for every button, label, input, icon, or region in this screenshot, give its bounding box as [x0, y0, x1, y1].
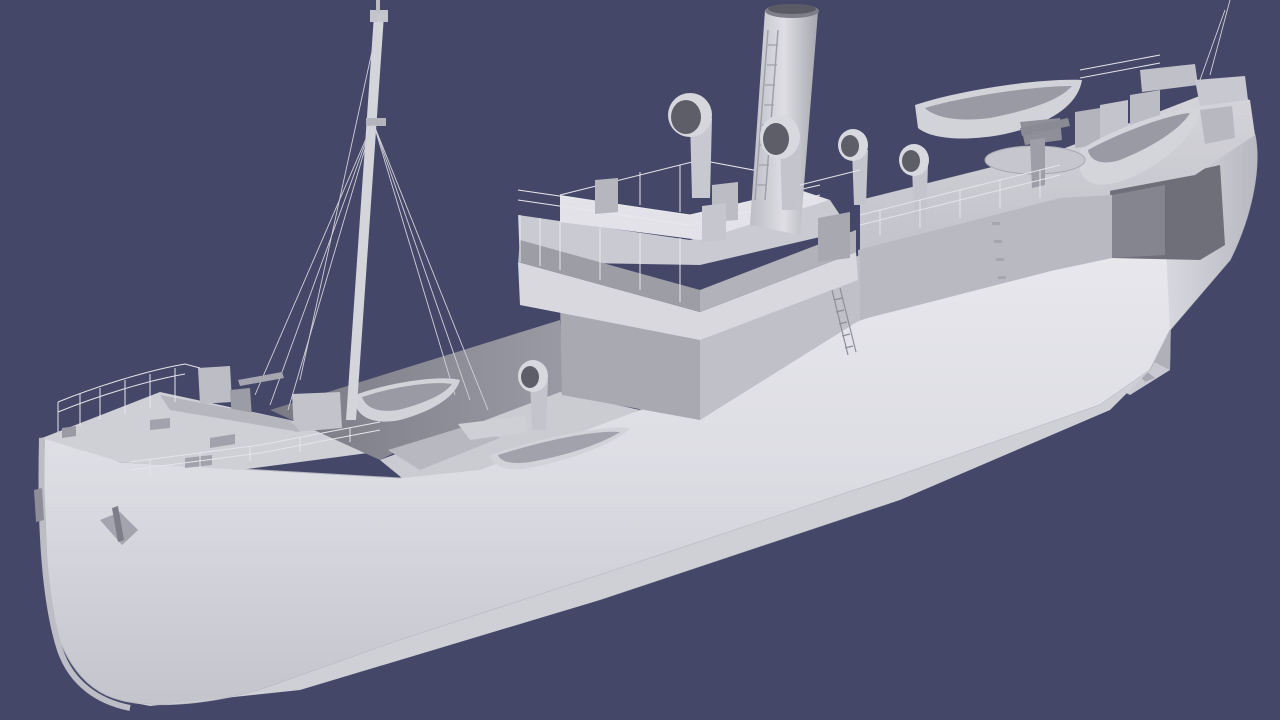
render-viewport: [0, 0, 1280, 720]
ship-render: [0, 0, 1280, 720]
